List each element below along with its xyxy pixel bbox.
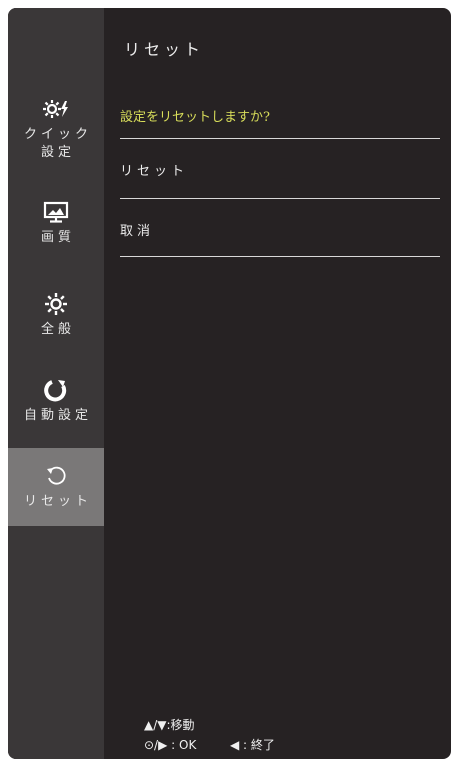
page-title: リセット	[124, 40, 205, 59]
left-arrow-icon: ◀	[229, 738, 240, 752]
divider	[120, 138, 440, 139]
sidebar-item-reset[interactable]: リセット	[8, 448, 104, 526]
footer-hint-ok-exit: ⊙/▶ : OK ◀ : 終了	[144, 738, 275, 752]
move-hint-label: 移動	[170, 718, 195, 732]
divider	[120, 198, 440, 199]
reset-confirm-prompt: 設定をリセットしますか?	[120, 110, 270, 125]
sidebar-item-label: リセット	[23, 494, 92, 509]
sidebar-item-quick-settings[interactable]: クイック 設定	[8, 90, 104, 168]
footer-hint-move: ▲/▼:移動	[144, 718, 195, 732]
osd-menu-window: クイック 設定 画質 全般 自動設定 リセット リセット 設定をリセットしますか…	[8, 8, 451, 759]
main-panel: リセット 設定をリセットしますか? リセット 取消 ▲/▼:移動 ⊙/▶ : O…	[104, 8, 451, 759]
exit-hint-label: 終了	[250, 738, 275, 752]
quick-settings-icon	[43, 96, 69, 122]
ok-hint-label: OK	[179, 738, 197, 752]
sidebar-item-picture[interactable]: 画質	[8, 184, 104, 262]
divider	[120, 256, 440, 257]
sidebar-item-label: 画質	[40, 230, 75, 245]
up-down-arrows-icon: ▲/▼	[144, 718, 167, 732]
monitor-icon	[43, 199, 69, 225]
sidebar: クイック 設定 画質 全般 自動設定 リセット	[8, 8, 104, 759]
gear-icon	[43, 291, 69, 317]
sidebar-item-label: 自動設定	[23, 408, 92, 423]
ok-right-icon: ⊙/▶	[144, 738, 168, 752]
sidebar-item-label: クイック 設定	[23, 127, 92, 160]
reset-icon	[43, 463, 69, 489]
sidebar-item-auto-adjust[interactable]: 自動設定	[8, 362, 104, 440]
cancel-option[interactable]: 取消	[120, 220, 440, 239]
reset-option[interactable]: リセット	[120, 160, 440, 179]
auto-adjust-icon	[43, 377, 69, 403]
sidebar-item-label: 全般	[40, 322, 75, 337]
sidebar-item-general[interactable]: 全般	[8, 276, 104, 354]
